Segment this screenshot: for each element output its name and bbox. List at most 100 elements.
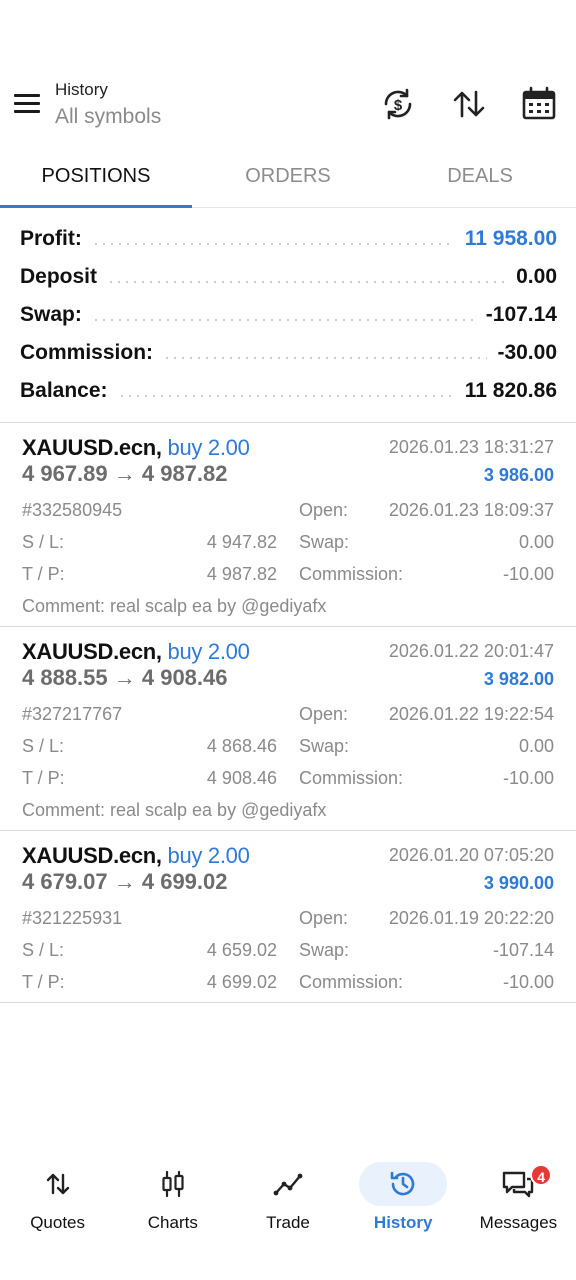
commission-value: -10.00	[502, 768, 554, 788]
position-symbol-line: XAUUSD.ecn, buy 2.00	[22, 639, 250, 665]
open-time: 2026.01.22 19:22:54	[388, 704, 554, 724]
position-profit: 3 982.00	[483, 669, 554, 689]
account-summary: Profit: 11 958.00 Deposit 0.00 Swap: -10…	[20, 220, 557, 410]
nav-history[interactable]: History	[346, 1150, 461, 1250]
price-range: 4 888.55 → 4 908.46	[22, 665, 228, 690]
open-label: Open:	[299, 908, 349, 928]
dollar-sync-icon[interactable]: $	[380, 86, 416, 122]
nav-charts[interactable]: Charts	[115, 1150, 230, 1250]
tab-positions[interactable]: POSITIONS	[0, 150, 192, 208]
unread-badge: 4	[530, 1164, 553, 1186]
commission-label: Commission:	[20, 341, 164, 365]
swap-label: Swap:	[20, 303, 92, 327]
sl-value: 4 947.82	[206, 532, 277, 552]
sort-icon[interactable]	[451, 86, 487, 122]
commission-label: Commission:	[299, 564, 404, 584]
balance-label: Balance:	[20, 379, 118, 403]
nav-trade[interactable]: Trade	[230, 1150, 345, 1250]
tp-value: 4 987.82	[206, 564, 277, 584]
trade-side: buy 2.00	[167, 843, 250, 868]
screen-title: History	[55, 80, 108, 99]
profit-label: Profit:	[20, 227, 92, 251]
price-range: 4 679.07 → 4 699.02	[22, 869, 228, 894]
symbol: XAUUSD.ecn,	[22, 435, 162, 460]
sl-label: S / L:	[22, 736, 65, 756]
dotted-leader	[117, 395, 455, 397]
summary-row-balance: Balance: 11 820.86	[20, 372, 557, 410]
close-time: 2026.01.20 07:05:20	[388, 845, 554, 865]
swap-label: Swap:	[299, 736, 350, 756]
balance-value: 11 820.86	[454, 379, 557, 403]
bottom-navigation: Quotes Charts Trade History 4 Messages	[0, 1150, 576, 1250]
sl-label: S / L:	[22, 532, 65, 552]
close-time: 2026.01.23 18:31:27	[388, 437, 554, 457]
trade-icon	[273, 1173, 303, 1196]
trade-side: buy 2.00	[167, 435, 250, 460]
calendar-icon[interactable]	[521, 86, 557, 122]
tp-value: 4 908.46	[206, 768, 277, 788]
profit-value: 11 958.00	[454, 227, 557, 251]
tp-value: 4 699.02	[206, 972, 277, 992]
summary-row-commission: Commission: -30.00	[20, 334, 557, 372]
sl-value: 4 868.46	[206, 736, 277, 756]
nav-quotes[interactable]: Quotes	[0, 1150, 115, 1250]
trade-side: buy 2.00	[167, 639, 250, 664]
tp-label: T / P:	[22, 972, 65, 992]
svg-text:$: $	[394, 97, 403, 114]
swap-value: -107.14	[475, 303, 557, 327]
history-tabs: POSITIONS ORDERS DEALS	[0, 150, 576, 208]
symbol-filter[interactable]: All symbols	[55, 105, 161, 129]
swap-value: -107.14	[492, 940, 554, 960]
swap-label: Swap:	[299, 940, 350, 960]
top-app-bar: History All symbols $	[0, 0, 576, 150]
tab-orders[interactable]: ORDERS	[192, 150, 384, 207]
open-time: 2026.01.19 20:22:20	[388, 908, 554, 928]
dotted-leader	[163, 357, 488, 359]
commission-value: -30.00	[487, 341, 557, 365]
menu-icon[interactable]	[14, 94, 40, 114]
summary-row-swap: Swap: -107.14	[20, 296, 557, 334]
swap-value: 0.00	[518, 532, 554, 552]
comment-label: Comment:	[22, 800, 106, 820]
summary-row-deposit: Deposit 0.00	[20, 258, 557, 296]
position-item[interactable]: XAUUSD.ecn, buy 2.00 2026.01.23 18:31:27…	[0, 423, 576, 627]
position-profit: 3 990.00	[483, 873, 554, 893]
ticket: #327217767	[22, 704, 123, 724]
nav-label: Trade	[266, 1213, 310, 1232]
position-symbol-line: XAUUSD.ecn, buy 2.00	[22, 435, 250, 461]
nav-label: Charts	[147, 1213, 198, 1232]
close-time: 2026.01.22 20:01:47	[388, 641, 554, 661]
sl-value: 4 659.02	[206, 940, 277, 960]
dotted-leader	[91, 319, 476, 321]
dotted-leader	[91, 243, 455, 245]
commission-value: -10.00	[502, 972, 554, 992]
history-icon	[390, 1171, 415, 1196]
tp-label: T / P:	[22, 768, 65, 788]
tab-deals[interactable]: DEALS	[384, 150, 576, 207]
comment-label: Comment:	[22, 596, 106, 616]
swap-label: Swap:	[299, 532, 350, 552]
position-item[interactable]: XAUUSD.ecn, buy 2.00 2026.01.20 07:05:20…	[0, 831, 576, 1003]
sl-label: S / L:	[22, 940, 65, 960]
comment-value: real scalp ea by @gediyafx	[110, 596, 327, 616]
nav-label: History	[373, 1213, 433, 1232]
open-time: 2026.01.23 18:09:37	[388, 500, 554, 520]
ticket: #332580945	[22, 500, 123, 520]
ticket: #321225931	[22, 908, 123, 928]
nav-label: Messages	[479, 1213, 558, 1232]
charts-icon	[162, 1170, 184, 1198]
positions-list: XAUUSD.ecn, buy 2.00 2026.01.23 18:31:27…	[0, 423, 576, 1003]
symbol: XAUUSD.ecn,	[22, 639, 162, 664]
tp-label: T / P:	[22, 564, 65, 584]
commission-label: Commission:	[299, 768, 404, 788]
commission-value: -10.00	[502, 564, 554, 584]
nav-label: Quotes	[30, 1213, 85, 1232]
position-symbol-line: XAUUSD.ecn, buy 2.00	[22, 843, 250, 869]
symbol: XAUUSD.ecn,	[22, 843, 162, 868]
nav-messages[interactable]: 4 Messages	[461, 1150, 576, 1250]
position-profit: 3 986.00	[483, 465, 554, 485]
open-label: Open:	[299, 500, 349, 520]
position-item[interactable]: XAUUSD.ecn, buy 2.00 2026.01.22 20:01:47…	[0, 627, 576, 831]
open-label: Open:	[299, 704, 349, 724]
comment-value: real scalp ea by @gediyafx	[110, 800, 327, 820]
